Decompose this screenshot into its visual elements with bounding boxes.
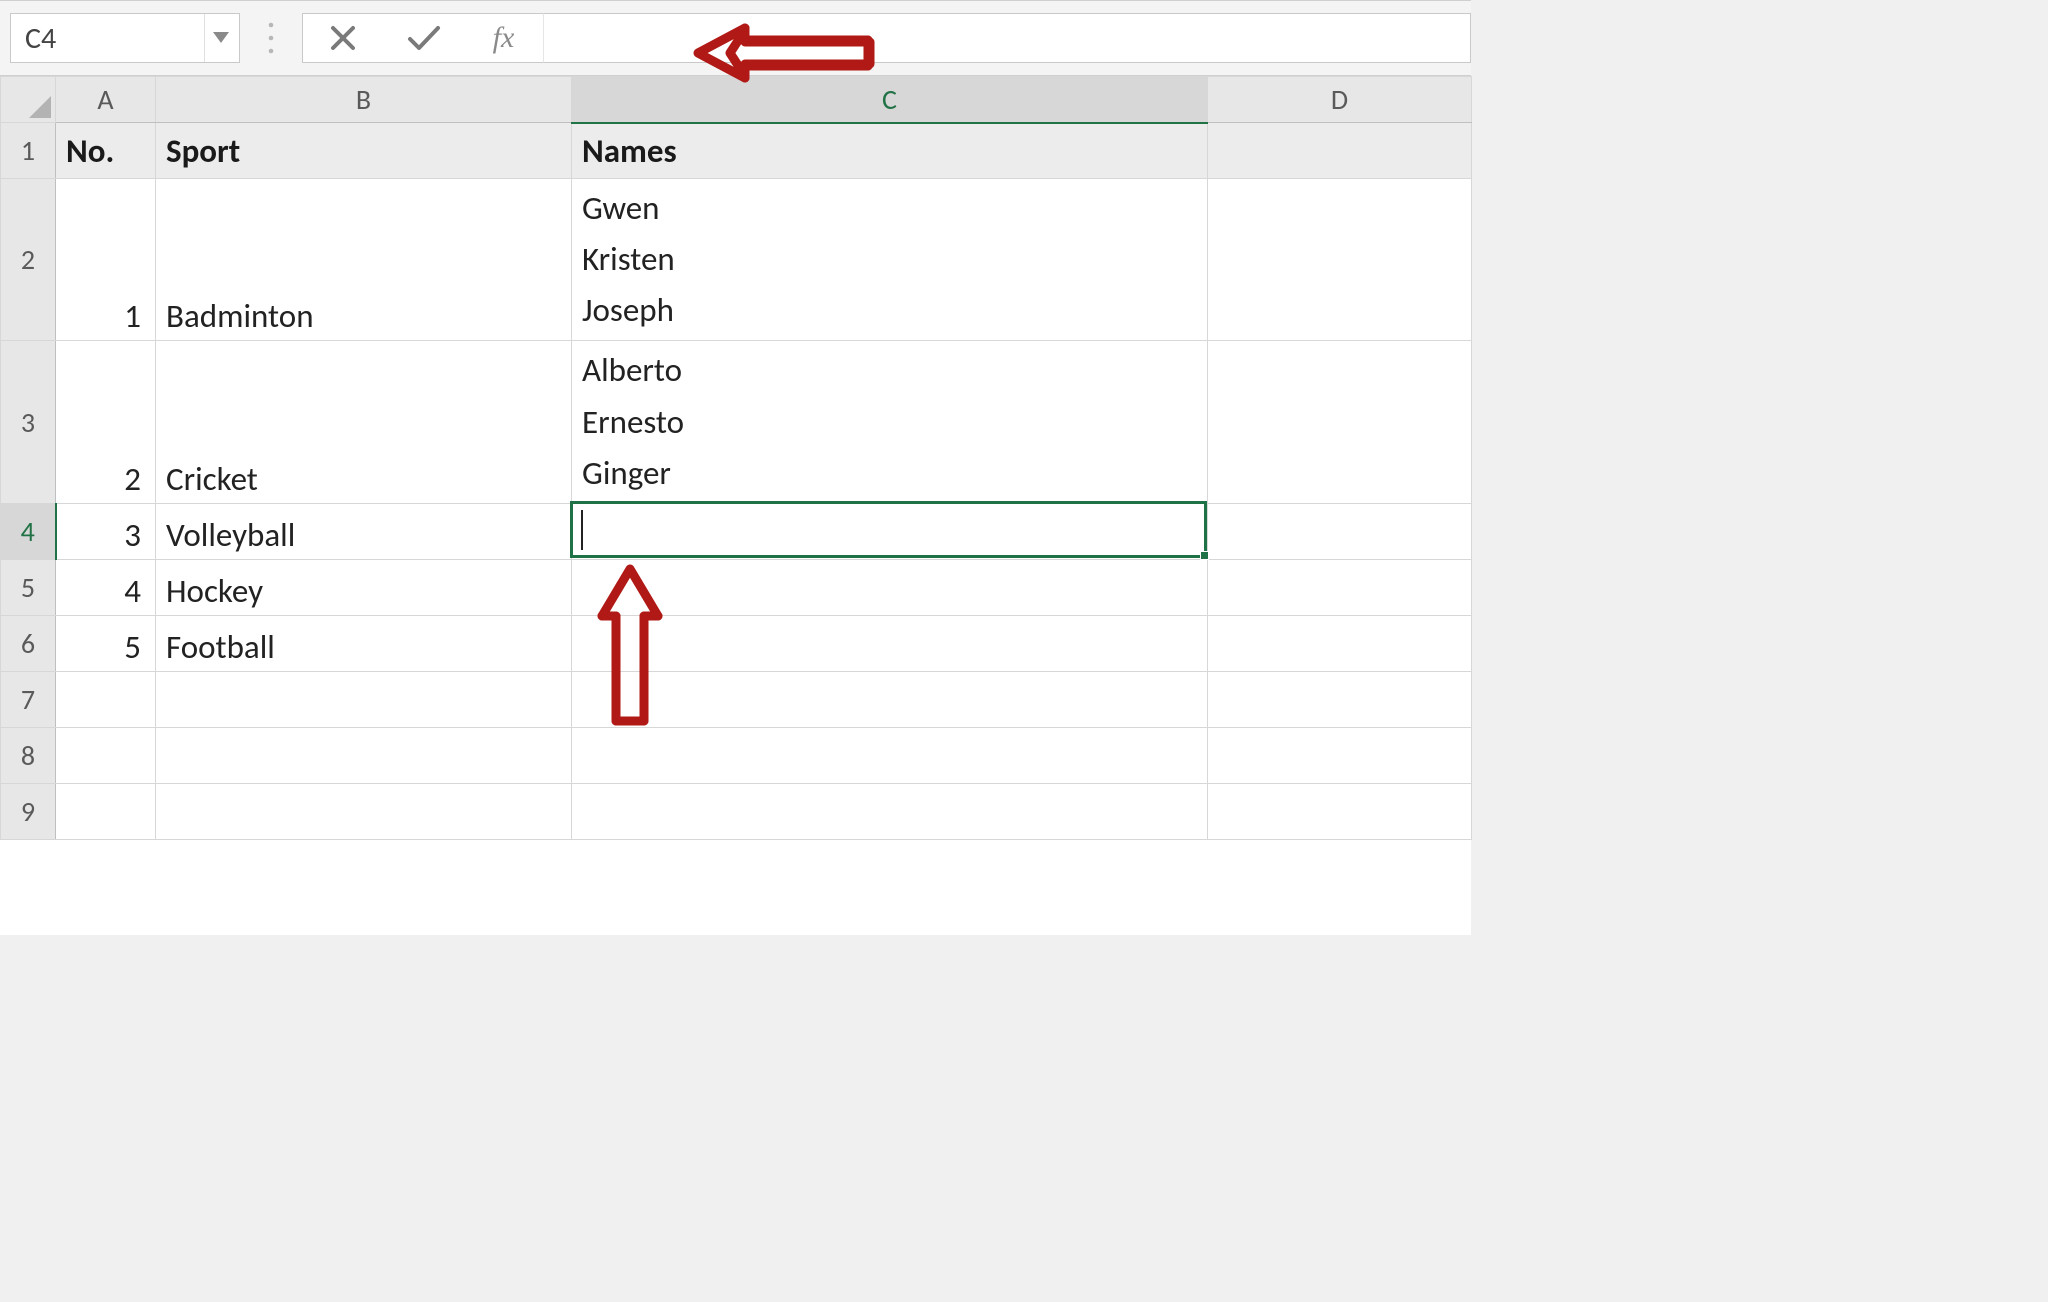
spreadsheet: A B C D 1 No. Sport Names 2 1 Badminton … xyxy=(0,76,1471,935)
formula-buttons: fx xyxy=(302,13,543,63)
cell-B9[interactable] xyxy=(156,783,572,839)
grip-handle[interactable] xyxy=(240,13,302,63)
cancel-icon xyxy=(329,24,357,52)
row-header-3[interactable]: 3 xyxy=(1,341,56,503)
cell-D9[interactable] xyxy=(1208,783,1472,839)
cell-D2[interactable] xyxy=(1208,179,1472,341)
cell-B4[interactable]: Volleyball xyxy=(156,503,572,559)
name-box-dropdown-icon[interactable] xyxy=(204,14,229,62)
name-box[interactable]: C4 xyxy=(10,13,240,63)
formula-bar: C4 fx xyxy=(0,0,1471,76)
cell-C9[interactable] xyxy=(572,783,1208,839)
name-box-value: C4 xyxy=(25,20,56,57)
cell-A5[interactable]: 4 xyxy=(56,559,156,615)
cell-B6[interactable]: Football xyxy=(156,615,572,671)
grid[interactable]: A B C D 1 No. Sport Names 2 1 Badminton … xyxy=(0,76,1472,840)
row-header-1[interactable]: 1 xyxy=(1,123,56,179)
cell-C3[interactable]: Alberto Ernesto Ginger xyxy=(572,341,1208,503)
fx-icon: fx xyxy=(493,21,515,55)
row-header-6[interactable]: 6 xyxy=(1,615,56,671)
row-header-8[interactable]: 8 xyxy=(1,727,56,783)
cell-C6[interactable] xyxy=(572,615,1208,671)
cell-C8[interactable] xyxy=(572,727,1208,783)
cell-A9[interactable] xyxy=(56,783,156,839)
cell-C2[interactable]: Gwen Kristen Joseph xyxy=(572,179,1208,341)
cell-B7[interactable] xyxy=(156,671,572,727)
cell-B3[interactable]: Cricket xyxy=(156,341,572,503)
cancel-button[interactable] xyxy=(303,14,383,62)
col-header-D[interactable]: D xyxy=(1208,77,1472,123)
cell-C4[interactable] xyxy=(572,503,1208,559)
cell-B2[interactable]: Badminton xyxy=(156,179,572,341)
cell-A7[interactable] xyxy=(56,671,156,727)
col-header-C[interactable]: C xyxy=(572,77,1208,123)
enter-button[interactable] xyxy=(383,14,463,62)
insert-function-button[interactable]: fx xyxy=(463,14,543,62)
cell-B5[interactable]: Hockey xyxy=(156,559,572,615)
check-icon xyxy=(407,24,441,52)
cell-A6[interactable]: 5 xyxy=(56,615,156,671)
cell-A4[interactable]: 3 xyxy=(56,503,156,559)
cell-D8[interactable] xyxy=(1208,727,1472,783)
cell-A2[interactable]: 1 xyxy=(56,179,156,341)
row-header-7[interactable]: 7 xyxy=(1,671,56,727)
row-header-2[interactable]: 2 xyxy=(1,179,56,341)
cell-A8[interactable] xyxy=(56,727,156,783)
cell-A1[interactable]: No. xyxy=(56,123,156,179)
cell-D1[interactable] xyxy=(1208,123,1472,179)
cell-C7[interactable] xyxy=(572,671,1208,727)
cell-B8[interactable] xyxy=(156,727,572,783)
row-header-4[interactable]: 4 xyxy=(1,503,56,559)
formula-input[interactable] xyxy=(543,13,1471,63)
cell-D7[interactable] xyxy=(1208,671,1472,727)
cell-D4[interactable] xyxy=(1208,503,1472,559)
row-header-5[interactable]: 5 xyxy=(1,559,56,615)
cell-C5[interactable] xyxy=(572,559,1208,615)
row-header-9[interactable]: 9 xyxy=(1,783,56,839)
cell-C1[interactable]: Names xyxy=(572,123,1208,179)
select-all-corner[interactable] xyxy=(1,77,56,123)
cell-D5[interactable] xyxy=(1208,559,1472,615)
cell-D3[interactable] xyxy=(1208,341,1472,503)
cell-B1[interactable]: Sport xyxy=(156,123,572,179)
col-header-B[interactable]: B xyxy=(156,77,572,123)
cell-D6[interactable] xyxy=(1208,615,1472,671)
col-header-A[interactable]: A xyxy=(56,77,156,123)
cell-A3[interactable]: 2 xyxy=(56,341,156,503)
